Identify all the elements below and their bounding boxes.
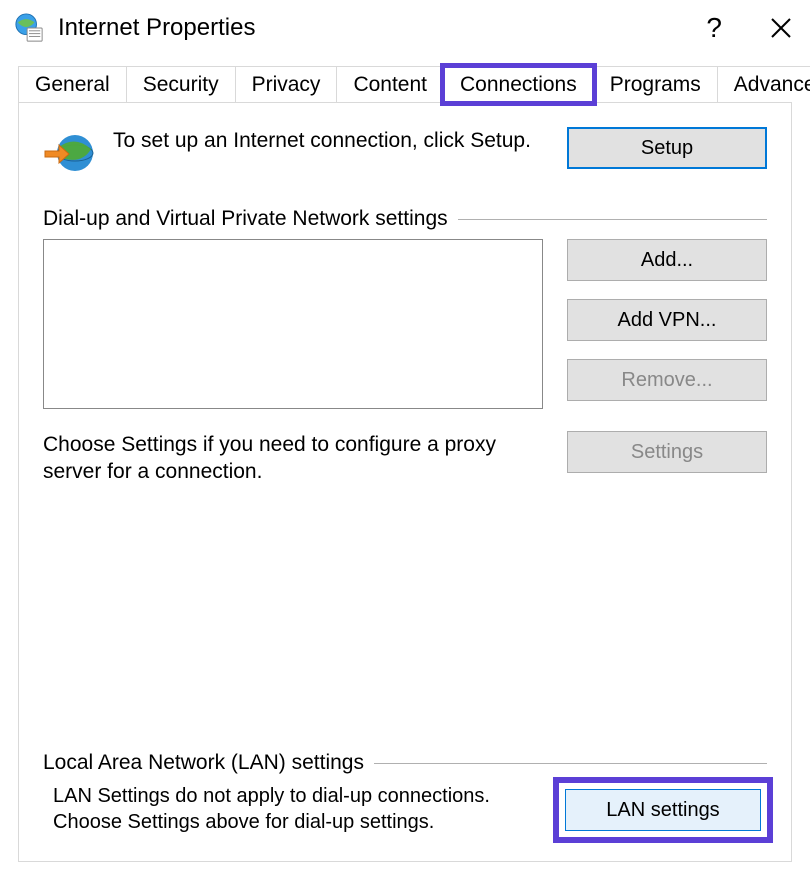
setup-description: To set up an Internet connection, click …	[113, 127, 567, 154]
lan-group-header: Local Area Network (LAN) settings	[43, 751, 767, 775]
add-vpn-button[interactable]: Add VPN...	[567, 299, 767, 341]
lan-button-highlight: LAN settings	[559, 783, 767, 837]
setup-row: To set up an Internet connection, click …	[43, 127, 767, 179]
help-button[interactable]: ?	[706, 12, 722, 44]
tab-strip: General Security Privacy Content Connect…	[18, 66, 792, 103]
tab-advanced[interactable]: Advanced	[717, 66, 810, 103]
choose-settings-text: Choose Settings if you need to configure…	[43, 431, 567, 486]
connection-settings-button[interactable]: Settings	[567, 431, 767, 473]
lan-row: LAN Settings do not apply to dial-up con…	[43, 783, 767, 837]
connections-panel: To set up an Internet connection, click …	[18, 102, 792, 862]
lan-group-label: Local Area Network (LAN) settings	[43, 751, 364, 775]
tab-security[interactable]: Security	[126, 66, 236, 103]
tab-privacy[interactable]: Privacy	[235, 66, 338, 103]
lan-settings-button[interactable]: LAN settings	[565, 789, 761, 831]
lan-description: LAN Settings do not apply to dial-up con…	[43, 783, 559, 837]
titlebar: Internet Properties ?	[0, 0, 810, 56]
window-title: Internet Properties	[58, 14, 255, 42]
globe-arrow-icon	[43, 127, 95, 179]
dialup-group-header: Dial-up and Virtual Private Network sett…	[43, 207, 767, 231]
add-button[interactable]: Add...	[567, 239, 767, 281]
setup-button[interactable]: Setup	[567, 127, 767, 169]
choose-settings-row: Choose Settings if you need to configure…	[43, 431, 767, 486]
divider	[458, 219, 767, 220]
dialup-connection-list[interactable]	[43, 239, 543, 409]
tab-programs[interactable]: Programs	[593, 66, 718, 103]
remove-button[interactable]: Remove...	[567, 359, 767, 401]
divider	[374, 763, 767, 764]
dialup-group-label: Dial-up and Virtual Private Network sett…	[43, 207, 448, 231]
close-button[interactable]	[770, 17, 792, 39]
dialup-button-column: Add... Add VPN... Remove...	[567, 239, 767, 409]
tab-content[interactable]: Content	[336, 66, 444, 103]
tab-connections[interactable]: Connections	[443, 66, 594, 103]
tab-general[interactable]: General	[18, 66, 127, 103]
dialup-row: Add... Add VPN... Remove...	[43, 239, 767, 409]
internet-options-icon	[14, 13, 44, 43]
lan-section: Local Area Network (LAN) settings LAN Se…	[43, 751, 767, 837]
